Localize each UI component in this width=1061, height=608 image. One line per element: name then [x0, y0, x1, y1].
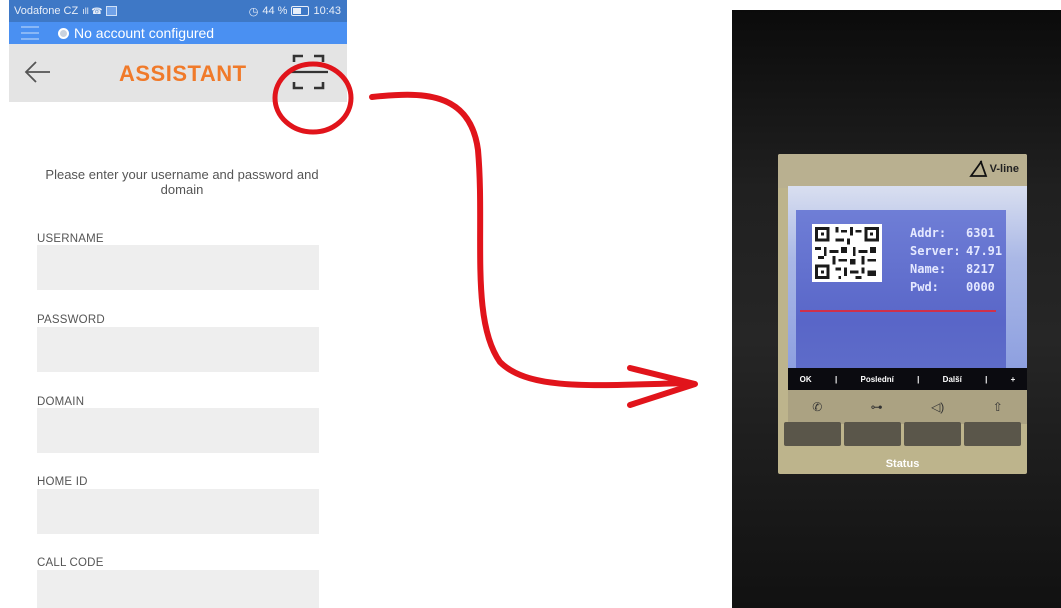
device-header: V-line	[778, 154, 1027, 188]
status-bar: Vodafone CZ ıll ☎ ◷ 44 % 10:43	[9, 0, 347, 22]
battery-icon	[291, 6, 310, 16]
domain-input[interactable]	[37, 408, 319, 453]
device-photo: V-line Addr: 6301 Server: 47.91 Name: 82…	[732, 10, 1061, 608]
clock: 10:43	[313, 5, 341, 17]
qr-scan-icon	[289, 54, 328, 90]
signal-icon: ıll ☎	[82, 5, 103, 16]
device-key-4[interactable]	[964, 422, 1021, 446]
status-dot-icon	[58, 27, 69, 39]
device-softkeys: OK | Poslední | Další | +	[788, 368, 1027, 390]
phone-app: Vodafone CZ ıll ☎ ◷ 44 % 10:43 No accoun…	[9, 0, 347, 608]
status-bar-right: ◷ 44 % 10:43	[249, 5, 341, 18]
phone-icon: ✆	[812, 400, 823, 414]
arrow-path	[369, 91, 693, 389]
info-row-name: Name: 8217	[910, 262, 995, 276]
account-bar: No account configured	[9, 22, 347, 44]
brand-logo: V-line	[968, 160, 1019, 178]
device-key-3[interactable]	[904, 422, 961, 446]
v-line-logo-icon	[968, 160, 987, 177]
device-screen-content: Addr: 6301 Server: 47.91 Name: 8217 Pwd: 000…	[796, 210, 1006, 370]
device-status-label: Status	[885, 458, 920, 470]
alarm-icon: ◷	[248, 5, 259, 18]
device-key-1[interactable]	[784, 422, 841, 446]
account-status-text: No account configured	[74, 25, 215, 41]
notification-icon	[106, 6, 118, 16]
screen-divider	[800, 310, 996, 312]
info-row-server: Server: 47.91	[910, 244, 1003, 258]
home-id-label: HOME ID	[37, 476, 88, 488]
password-input[interactable]	[37, 327, 319, 372]
softkey-separator: |	[985, 374, 988, 384]
username-label: USERNAME	[37, 233, 104, 245]
call-code-label: CALL CODE	[37, 557, 104, 569]
menu-icon[interactable]	[21, 26, 39, 40]
softkey-dalsi[interactable]: Další	[943, 375, 962, 384]
qr-code-image	[812, 224, 882, 282]
qr-scan-button[interactable]	[276, 48, 347, 98]
device-key-2[interactable]	[844, 422, 901, 446]
softkey-plus[interactable]: +	[1011, 375, 1016, 384]
device-info: Addr: 6301 Server: 47.91 Name: 8217 Pwd: 000…	[910, 224, 1002, 296]
info-row-addr: Addr: 6301	[910, 226, 995, 240]
status-bar-left: Vodafone CZ ıll ☎	[14, 5, 118, 17]
device-screen: Addr: 6301 Server: 47.91 Name: 8217 Pwd: 000…	[788, 186, 1027, 370]
softkey-posledni[interactable]: Poslední	[860, 375, 893, 384]
domain-label: DOMAIN	[37, 396, 85, 408]
account-status[interactable]: No account configured	[58, 25, 214, 41]
battery-percent: 44 %	[262, 5, 288, 17]
speaker-icon: ◁)	[931, 400, 945, 414]
softkey-separator: |	[834, 374, 838, 384]
softkey-separator: |	[917, 374, 920, 384]
device-keys	[778, 422, 1027, 448]
top-toolbar: ASSISTANT	[9, 44, 347, 102]
bell-icon: ⇧	[992, 400, 1003, 414]
softkey-ok[interactable]: OK	[800, 375, 812, 384]
intercom-device: V-line Addr: 6301 Server: 47.91 Name: 82…	[778, 154, 1027, 474]
password-label: PASSWORD	[37, 314, 105, 326]
call-code-input[interactable]	[37, 570, 319, 608]
page-title: ASSISTANT	[119, 61, 247, 86]
home-id-input[interactable]	[37, 489, 319, 534]
brand-name: V-line	[989, 163, 1019, 175]
back-arrow-icon[interactable]	[23, 57, 53, 87]
carrier-name: Vodafone CZ	[14, 5, 79, 17]
info-row-pwd: Pwd: 0000	[910, 280, 995, 294]
arrow-head	[627, 365, 698, 408]
device-icon-row: ✆ ⊶ ◁) ⇧	[788, 390, 1027, 424]
key-icon: ⊶	[870, 400, 883, 414]
form-intro-text: Please enter your username and password …	[45, 167, 319, 197]
username-input[interactable]	[37, 245, 319, 290]
